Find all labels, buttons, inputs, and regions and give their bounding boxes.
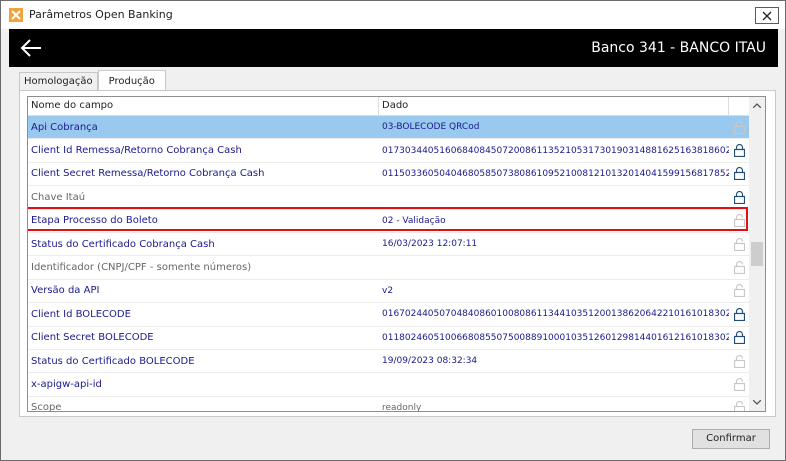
field-name-cell[interactable]: Identificador (CNPJ/CPF - somente número… <box>28 262 379 273</box>
field-value-cell[interactable]: readonly <box>379 403 729 411</box>
confirm-button[interactable]: Confirmar <box>692 429 770 449</box>
table-row[interactable]: Status do Certificado BOLECODE 19/09/2023… <box>28 350 750 374</box>
field-name-cell[interactable]: Api Cobrança <box>28 122 379 133</box>
scroll-up-button[interactable] <box>749 97 765 114</box>
unlock-icon <box>734 377 745 391</box>
app-icon <box>9 8 23 22</box>
close-icon <box>762 11 772 20</box>
unlock-icon <box>734 261 745 275</box>
field-name-cell[interactable]: Status do Certificado BOLECODE <box>28 356 379 367</box>
lock-cell[interactable] <box>729 284 750 298</box>
lock-cell[interactable] <box>729 144 750 158</box>
lock-cell[interactable] <box>729 167 750 181</box>
field-value-cell[interactable]: 0173034405160684084507200861135210531730… <box>379 146 729 156</box>
field-value-cell[interactable]: 19/09/2023 08:32:34 <box>379 356 729 366</box>
field-value-cell[interactable]: 0167024405070484086010080861134410351200… <box>379 309 729 319</box>
parametros-window: Parâmetros Open Banking Banco 341 - BANC… <box>0 0 786 461</box>
column-header-lock <box>729 97 750 116</box>
field-name-cell[interactable]: Client Id BOLECODE <box>28 309 379 320</box>
close-button[interactable] <box>755 7 779 24</box>
lock-cell[interactable] <box>729 354 750 368</box>
tab-panel: Nome do campo Dado Api Cobrança 03-BOLECO… <box>19 90 776 417</box>
lock-icon <box>734 190 745 204</box>
bank-title: Banco 341 - BANCO ITAU <box>591 40 766 56</box>
field-name-cell[interactable]: Versão da API <box>28 285 379 296</box>
lock-icon <box>734 167 745 181</box>
field-value-cell[interactable]: v2 <box>379 286 729 296</box>
back-arrow-icon[interactable] <box>20 38 42 58</box>
field-name-cell[interactable]: Etapa Processo do Boleto <box>28 215 379 226</box>
chevron-down-icon <box>753 400 761 405</box>
title-bar: Parâmetros Open Banking <box>1 1 785 29</box>
window-title: Parâmetros Open Banking <box>29 8 173 21</box>
table-row[interactable]: Client Id Remessa/Retorno Cobrança Cash 0… <box>28 139 750 163</box>
unlock-icon <box>734 214 745 228</box>
scroll-down-button[interactable] <box>749 394 765 411</box>
vertical-scrollbar[interactable] <box>749 97 765 411</box>
field-value-cell[interactable]: 0115033605040468058507380861095210081210… <box>379 169 729 179</box>
table-row[interactable]: Client Secret BOLECODE 011802460510066808… <box>28 327 750 350</box>
table-row[interactable]: Versão da API v2 <box>28 280 750 304</box>
lock-cell[interactable] <box>729 331 750 345</box>
lock-cell[interactable] <box>729 120 750 134</box>
field-value-cell[interactable]: 0118024605100668085507500889100010351260… <box>379 333 729 343</box>
unlock-icon <box>734 120 745 134</box>
scrollbar-thumb[interactable] <box>751 242 763 266</box>
lock-icon <box>734 307 745 321</box>
tab-producao[interactable]: Produção <box>97 70 166 91</box>
field-value-cell[interactable]: 03-BOLECODE QRCod <box>379 122 729 132</box>
table-row[interactable]: Api Cobrança 03-BOLECODE QRCod <box>28 116 750 140</box>
field-name-cell[interactable]: Status do Certificado Cobrança Cash <box>28 239 379 250</box>
table-row[interactable]: Scope readonly <box>28 397 750 411</box>
field-name-cell[interactable]: x-apigw-api-id <box>28 379 379 390</box>
table-row[interactable]: Etapa Processo do Boleto 02 - Validação <box>28 210 750 233</box>
lock-cell[interactable] <box>729 307 750 321</box>
unlock-icon <box>734 354 745 368</box>
table-row[interactable]: Identificador (CNPJ/CPF - somente número… <box>28 256 750 280</box>
lock-cell[interactable] <box>729 377 750 391</box>
table-row[interactable]: Status do Certificado Cobrança Cash 16/03… <box>28 233 750 257</box>
table-row[interactable]: x-apigw-api-id <box>28 373 750 397</box>
chevron-up-icon <box>753 103 761 108</box>
field-name-cell[interactable]: Client Id Remessa/Retorno Cobrança Cash <box>28 145 379 156</box>
unlock-icon <box>734 237 745 251</box>
unlock-icon <box>734 401 745 411</box>
lock-cell[interactable] <box>729 190 750 204</box>
lock-cell[interactable] <box>729 261 750 275</box>
field-name-cell[interactable]: Client Secret Remessa/Retorno Cobrança C… <box>28 168 379 179</box>
field-name-cell[interactable]: Client Secret BOLECODE <box>28 332 379 343</box>
parameters-grid: Nome do campo Dado Api Cobrança 03-BOLECO… <box>27 96 766 412</box>
table-row[interactable]: Client Id BOLECODE 0167024405070484086010… <box>28 303 750 327</box>
field-name-cell[interactable]: Chave Itaú <box>28 192 379 203</box>
table-row[interactable]: Chave Itaú <box>28 186 750 210</box>
lock-icon <box>734 331 745 345</box>
lock-cell[interactable] <box>729 214 750 228</box>
table-row[interactable]: Client Secret Remessa/Retorno Cobrança C… <box>28 163 750 187</box>
grid-rows: Api Cobrança 03-BOLECODE QRCod Client Id R… <box>28 116 750 411</box>
header-bar: Banco 341 - BANCO ITAU <box>9 29 778 67</box>
column-header-name[interactable]: Nome do campo <box>28 97 379 116</box>
field-value-cell[interactable]: 16/03/2023 12:07:11 <box>379 239 729 249</box>
column-header-value[interactable]: Dado <box>379 97 729 116</box>
field-value-cell[interactable]: 02 - Validação <box>379 216 729 226</box>
lock-cell[interactable] <box>729 237 750 251</box>
tab-homologacao[interactable]: Homologação <box>19 72 98 91</box>
field-name-cell[interactable]: Scope <box>28 402 379 411</box>
grid-header: Nome do campo Dado <box>28 97 750 116</box>
lock-icon <box>734 144 745 158</box>
unlock-icon <box>734 284 745 298</box>
tab-strip: Homologação Produção <box>19 70 166 91</box>
lock-cell[interactable] <box>729 401 750 411</box>
